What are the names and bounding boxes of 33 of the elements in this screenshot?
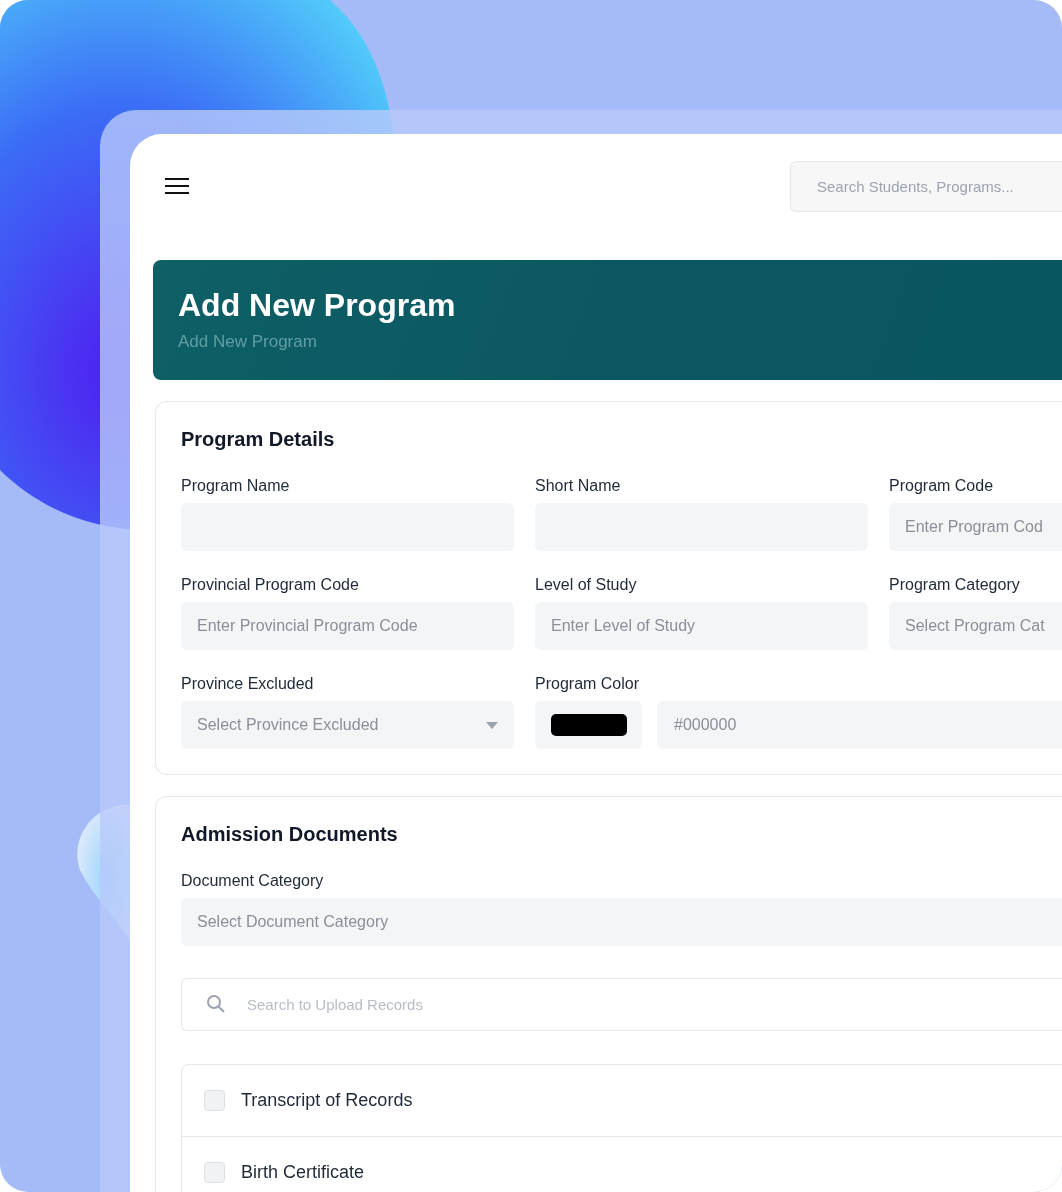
input-field[interactable]: Enter Program Cod — [889, 503, 1062, 551]
field-label: Program Category — [889, 575, 1021, 595]
field-label: Program Name — [181, 476, 291, 496]
field-label: Province Excluded — [181, 674, 315, 694]
page-title: Add New Program — [178, 286, 457, 324]
color-swatch-button[interactable] — [535, 701, 642, 749]
select-placeholder: Select Program Cat — [905, 616, 1045, 636]
field-label: Program Code — [889, 476, 995, 496]
field-label: Level of Study — [535, 575, 638, 595]
select-placeholder: Select Province Excluded — [197, 715, 379, 735]
caret-icon — [486, 721, 498, 729]
select-field[interactable]: Select Document Category — [181, 898, 1062, 946]
document-name: Birth Certificate — [241, 1160, 365, 1184]
checkbox[interactable] — [204, 1090, 225, 1111]
section-title: Admission Documents — [181, 822, 399, 847]
field-label: Document Category — [181, 871, 325, 891]
search-icon — [206, 994, 226, 1014]
field-label: Program Color — [535, 674, 641, 694]
select-placeholder: Select Document Category — [197, 912, 389, 932]
search-field[interactable]: Search Students, Programs... — [790, 160, 1062, 212]
select-field[interactable]: Select Program Cat — [889, 602, 1062, 650]
input-field[interactable]: Enter Level of Study — [535, 602, 868, 650]
menu-icon[interactable] — [165, 177, 189, 195]
field-label: Provincial Program Code — [181, 575, 360, 595]
record-search-field[interactable]: Search to Upload Records — [181, 978, 1062, 1031]
input-field[interactable]: Enter Provincial Program Code — [181, 602, 514, 650]
checkbox[interactable] — [204, 1161, 225, 1183]
select-field[interactable]: Select Province Excluded — [181, 701, 514, 749]
breadcrumb: Add New Program — [178, 332, 318, 352]
document-name: Transcript of Records — [241, 1089, 413, 1112]
hex-input-field[interactable]: #000000 — [657, 701, 1062, 749]
field-label: Short Name — [535, 476, 622, 496]
section-title: Program Details — [181, 427, 336, 452]
